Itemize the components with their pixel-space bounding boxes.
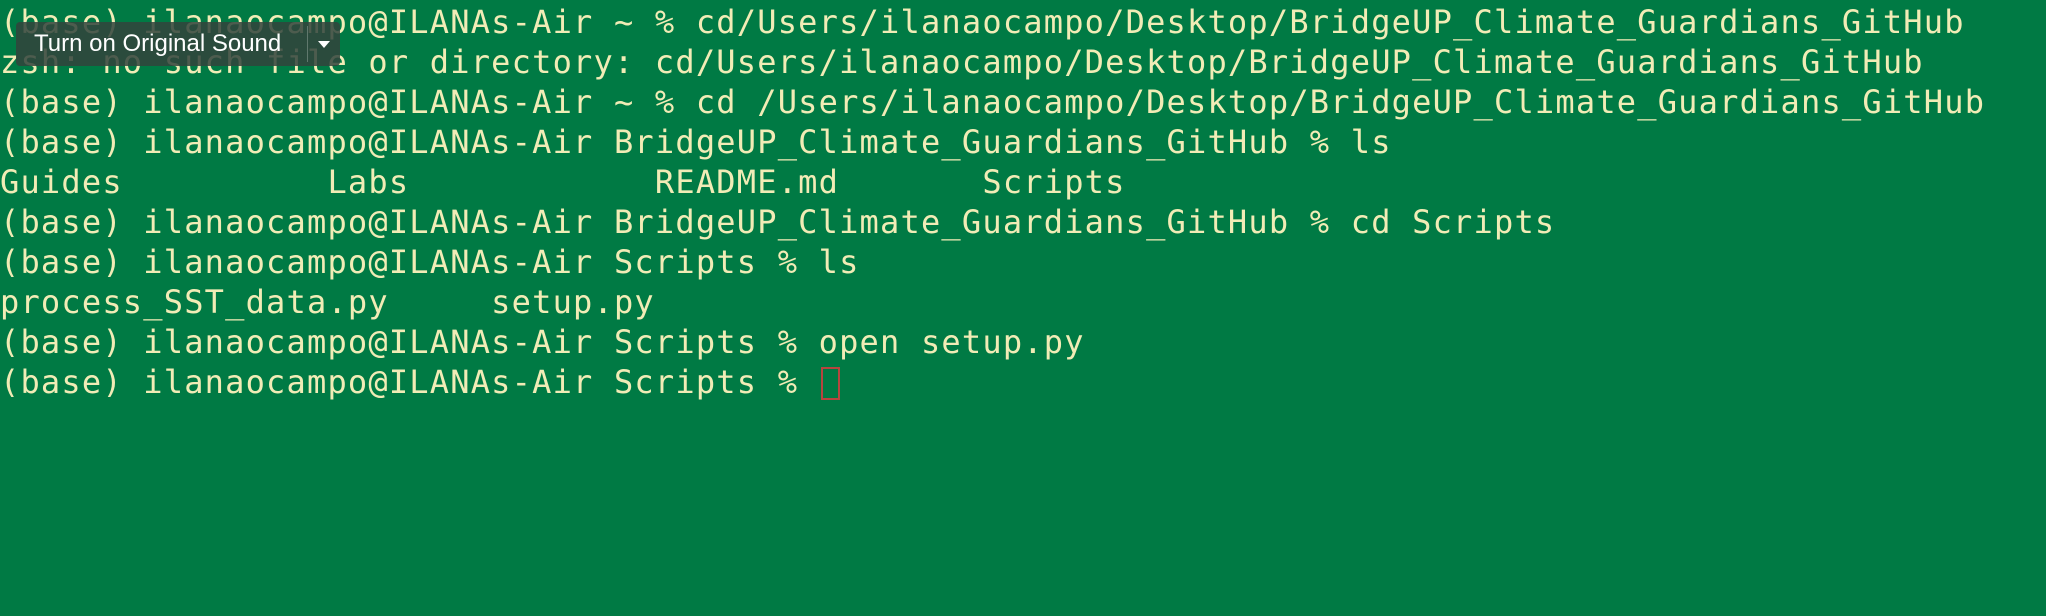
chevron-down-icon[interactable] (308, 22, 340, 66)
original-sound-control: Turn on Original Sound (16, 22, 340, 66)
terminal-window[interactable]: (base) ilanaocampo@ILANAs-Air ~ % cd/Use… (0, 0, 2046, 616)
terminal-line: (base) ilanaocampo@ILANAs-Air ~ % cd /Us… (0, 83, 1986, 121)
terminal-output-line: process_SST_data.py setup.py (0, 283, 655, 321)
terminal-prompt-line[interactable]: (base) ilanaocampo@ILANAs-Air Scripts % (0, 362, 840, 402)
text-cursor (820, 367, 840, 400)
terminal-output-line: Guides Labs README.md Scripts (0, 163, 1126, 201)
prompt-text: (base) ilanaocampo@ILANAs-Air Scripts % (0, 363, 819, 401)
terminal-line: (base) ilanaocampo@ILANAs-Air Scripts % … (0, 243, 860, 281)
terminal-line: (base) ilanaocampo@ILANAs-Air BridgeUP_C… (0, 123, 1392, 161)
terminal-line: (base) ilanaocampo@ILANAs-Air BridgeUP_C… (0, 203, 1556, 241)
terminal-line: (base) ilanaocampo@ILANAs-Air Scripts % … (0, 323, 1085, 361)
turn-on-original-sound-button[interactable]: Turn on Original Sound (16, 30, 307, 58)
